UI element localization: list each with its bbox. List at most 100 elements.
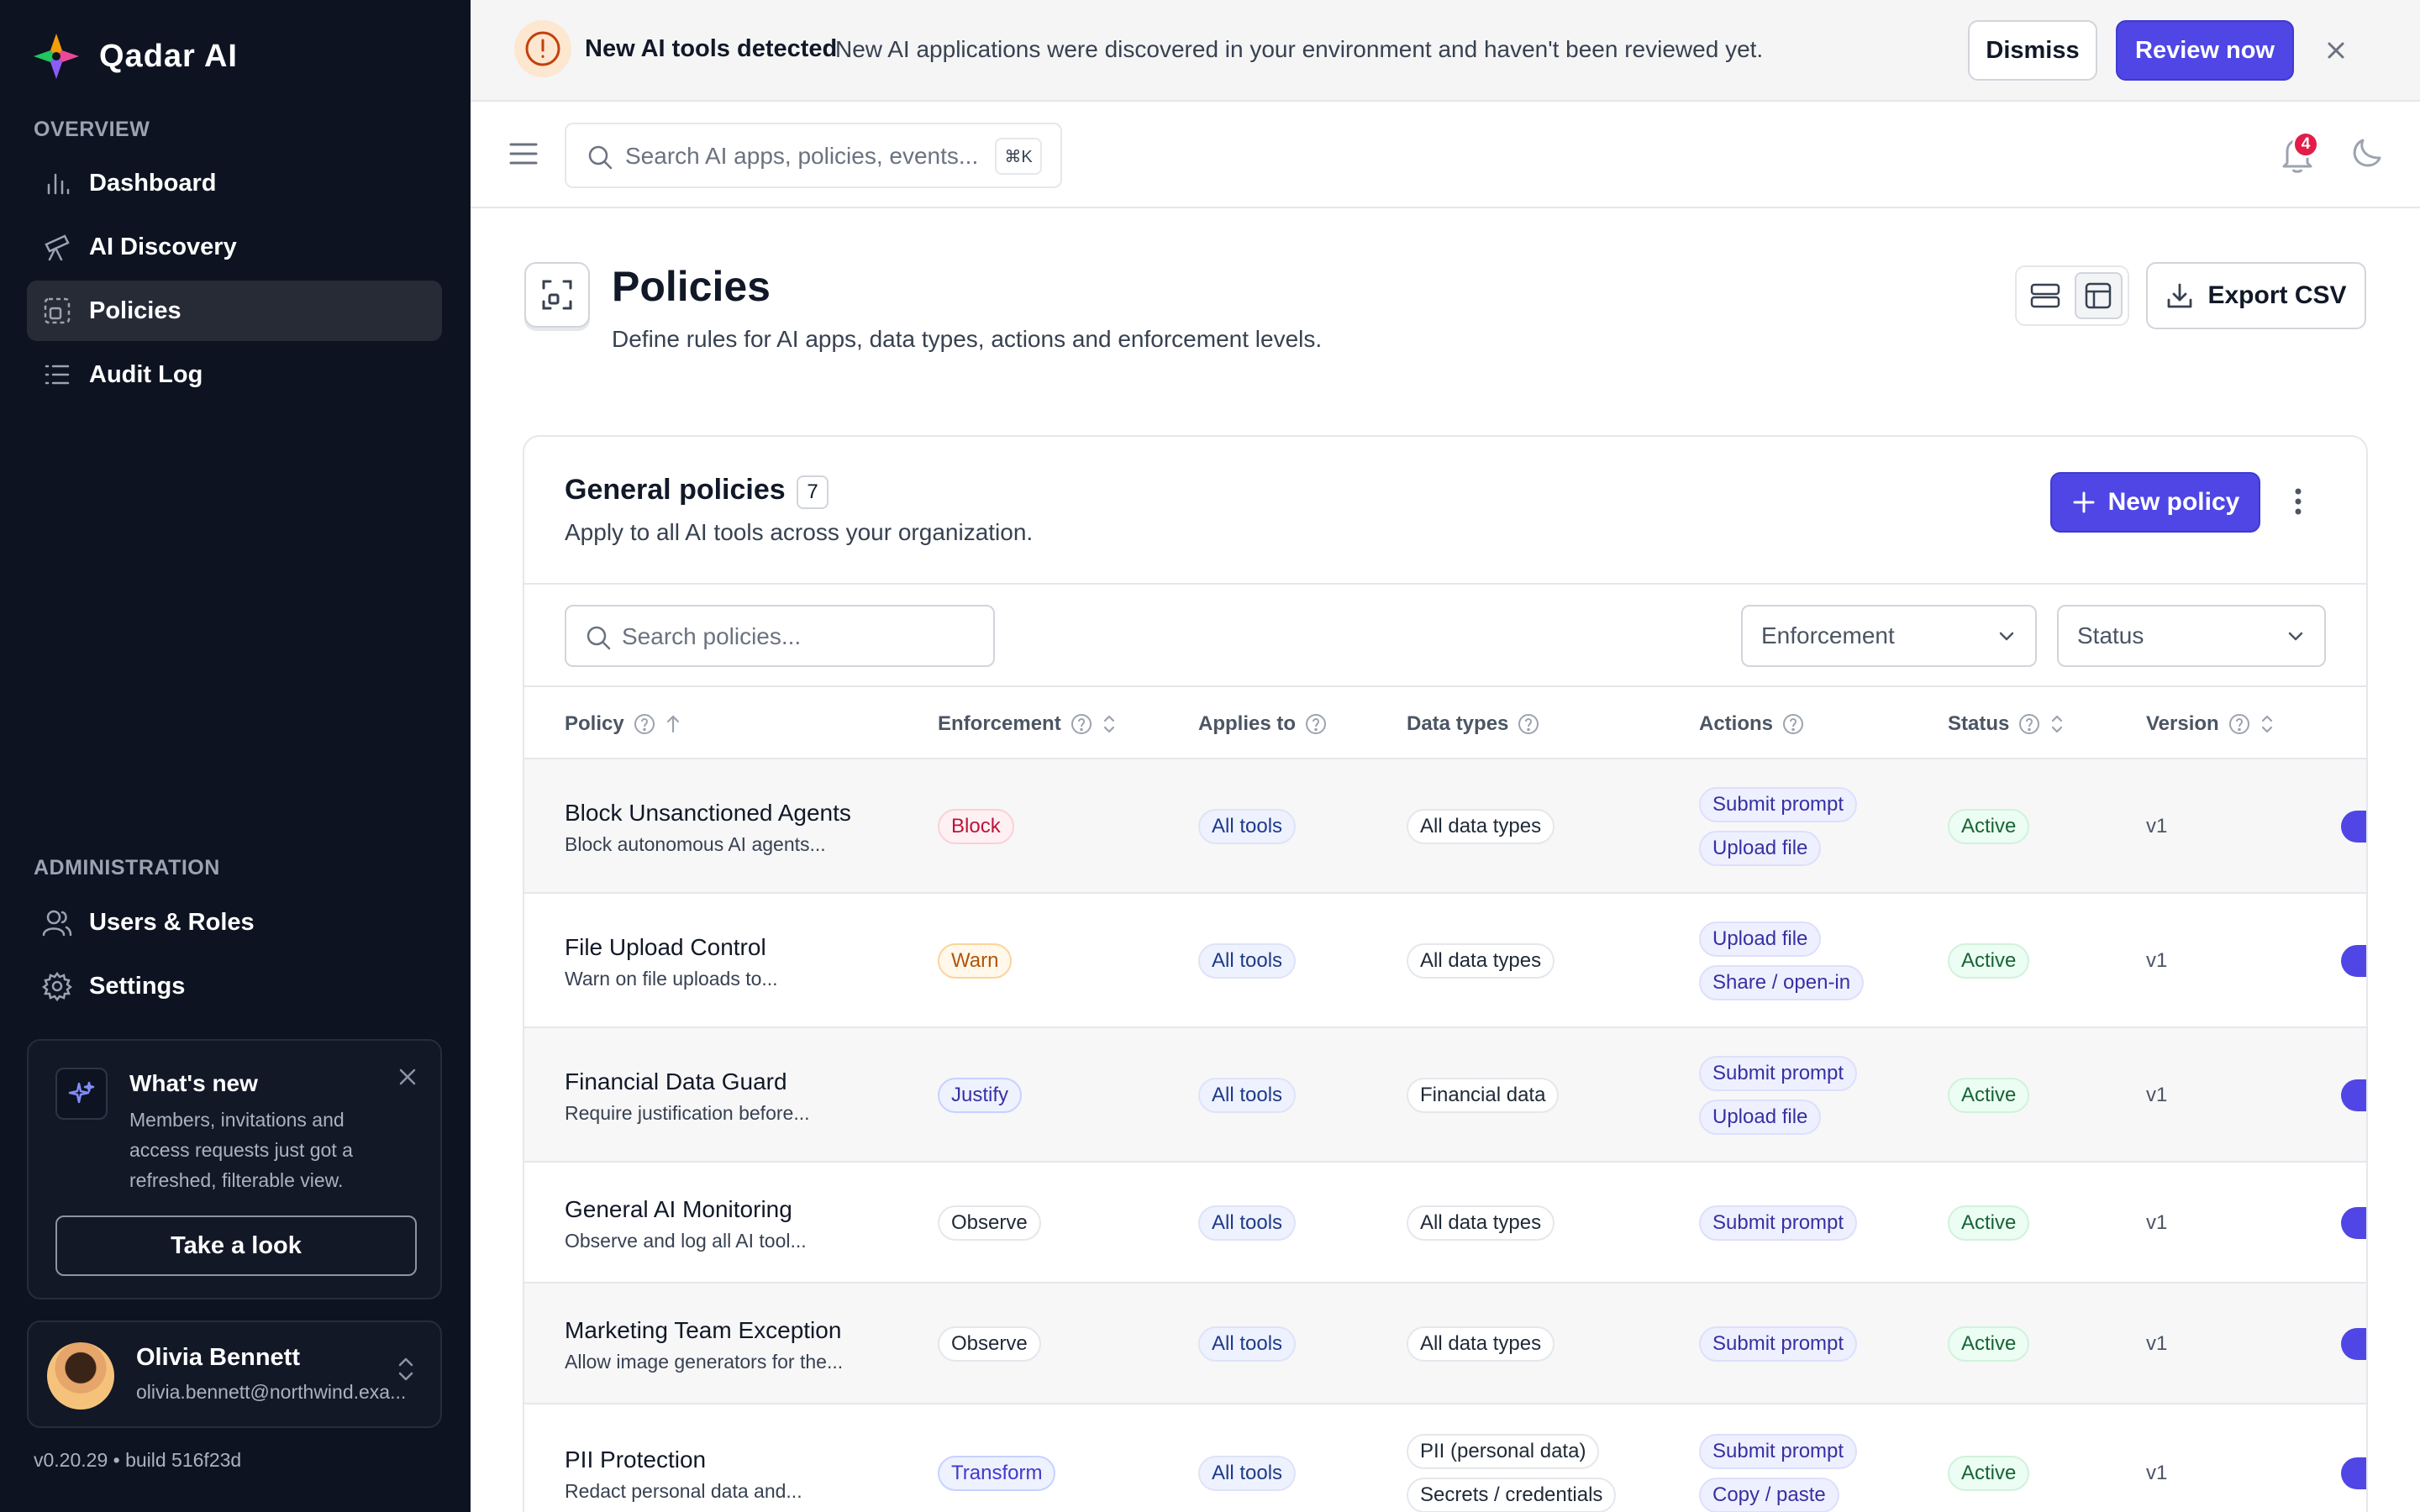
review-now-button[interactable]: Review now <box>2116 20 2294 81</box>
policy-name[interactable]: PII Protection <box>565 1446 706 1473</box>
enforcement-filter-label: Enforcement <box>1761 622 1895 648</box>
user-menu[interactable]: Olivia Bennett olivia.bennett@northwind.… <box>27 1320 442 1428</box>
close-icon[interactable] <box>2321 35 2351 66</box>
policy-enabled-toggle[interactable] <box>2341 1457 2366 1489</box>
policy-enabled-toggle[interactable] <box>2341 1207 2366 1239</box>
policy-search[interactable] <box>565 605 995 667</box>
data-type-badge: All data types <box>1407 809 1555 844</box>
policy-description: Block autonomous AI agents... <box>565 833 826 855</box>
more-options-icon[interactable] <box>2294 487 2302 516</box>
enforcement-filter-select[interactable]: Enforcement <box>1741 605 2037 667</box>
table-icon <box>2086 282 2112 309</box>
policy-name[interactable]: Block Unsanctioned Agents <box>565 800 851 827</box>
table-view-button[interactable] <box>2074 272 2123 319</box>
new-policy-button[interactable]: New policy <box>2050 472 2260 533</box>
policy-enabled-toggle[interactable] <box>2341 811 2366 843</box>
whats-new-title: What's new <box>129 1070 258 1096</box>
policy-enabled-toggle[interactable] <box>2341 1079 2366 1111</box>
close-icon[interactable] <box>398 1068 417 1086</box>
table-row[interactable]: General AI Monitoring Observe and log al… <box>524 1163 2366 1284</box>
hamburger-menu-icon[interactable] <box>509 141 538 166</box>
table-row[interactable]: File Upload Control Warn on file uploads… <box>524 894 2366 1028</box>
chevron-down-icon <box>1999 632 2014 641</box>
notification-count-badge: 4 <box>2292 131 2319 158</box>
dismiss-button[interactable]: Dismiss <box>1968 20 2097 81</box>
action-badge: Submit prompt <box>1699 787 1858 822</box>
applies-to-badge: All tools <box>1198 943 1297 979</box>
version-cell: v1 <box>2146 1462 2168 1484</box>
policy-enabled-toggle[interactable] <box>2341 1328 2366 1360</box>
column-header-status[interactable]: Status <box>1948 712 2065 736</box>
sidebar-item-dashboard[interactable]: Dashboard <box>27 153 442 213</box>
help-icon[interactable] <box>1517 712 1540 736</box>
column-header-data-types[interactable]: Data types <box>1407 712 1540 736</box>
policy-enabled-toggle[interactable] <box>2341 945 2366 977</box>
policy-description: Require justification before... <box>565 1102 810 1124</box>
data-type-badge: Financial data <box>1407 1078 1560 1113</box>
search-input[interactable] <box>625 136 978 176</box>
policy-name[interactable]: File Upload Control <box>565 934 766 961</box>
table-row[interactable]: Financial Data Guard Require justificati… <box>524 1028 2366 1163</box>
search-icon <box>587 144 613 171</box>
version-cell: v1 <box>2146 949 2168 972</box>
sort-icon[interactable] <box>2260 713 2275 735</box>
column-label: Policy <box>565 712 624 735</box>
sidebar-item-ai-discovery[interactable]: AI Discovery <box>27 217 442 277</box>
export-label: Export CSV <box>2207 281 2347 309</box>
column-label: Status <box>1948 712 2010 735</box>
export-csv-button[interactable]: Export CSV <box>2146 262 2366 329</box>
sort-icon[interactable] <box>1102 713 1117 735</box>
sidebar-item-users-roles[interactable]: Users & Roles <box>27 892 442 953</box>
status-badge: Active <box>1948 1205 2030 1241</box>
card-title: General policies <box>565 474 786 506</box>
enforcement-badge: Transform <box>938 1456 1056 1491</box>
status-badge: Active <box>1948 1078 2030 1113</box>
status-filter-select[interactable]: Status <box>2057 605 2326 667</box>
column-header-applies-to[interactable]: Applies to <box>1198 712 1328 736</box>
help-icon[interactable] <box>2228 712 2251 736</box>
global-search[interactable]: ⌘K <box>565 123 1062 188</box>
topbar: ⌘K 4 <box>471 102 2420 208</box>
action-badge: Submit prompt <box>1699 1205 1858 1241</box>
table-row[interactable]: Block Unsanctioned Agents Block autonomo… <box>524 759 2366 894</box>
status-badge: Active <box>1948 1326 2030 1362</box>
table-row[interactable]: Marketing Team Exception Allow image gen… <box>524 1284 2366 1404</box>
list-view-button[interactable] <box>2022 272 2070 319</box>
sidebar-item-settings[interactable]: Settings <box>27 956 442 1016</box>
help-icon[interactable] <box>2018 712 2041 736</box>
help-icon[interactable] <box>1304 712 1328 736</box>
sort-ascending-icon[interactable] <box>665 714 681 734</box>
version-cell: v1 <box>2146 1332 2168 1355</box>
policy-name[interactable]: Financial Data Guard <box>565 1068 787 1095</box>
help-icon[interactable] <box>633 712 656 736</box>
policy-name[interactable]: General AI Monitoring <box>565 1196 792 1223</box>
column-header-actions[interactable]: Actions <box>1699 712 1805 736</box>
policy-icon <box>524 262 590 328</box>
help-icon[interactable] <box>1781 712 1805 736</box>
sidebar-item-policies[interactable]: Policies <box>27 281 442 341</box>
download-icon <box>2168 283 2192 308</box>
page-title: Policies <box>612 263 771 310</box>
column-header-version[interactable]: Version <box>2146 712 2275 736</box>
column-header-enforcement[interactable]: Enforcement <box>938 712 1117 736</box>
column-label: Enforcement <box>938 712 1061 735</box>
column-label: Applies to <box>1198 712 1297 735</box>
policy-search-input[interactable] <box>622 617 975 657</box>
column-header-policy[interactable]: Policy <box>565 712 681 736</box>
sort-icon[interactable] <box>2049 713 2065 735</box>
page-subtitle: Define rules for AI apps, data types, ac… <box>612 326 1323 352</box>
policy-name[interactable]: Marketing Team Exception <box>565 1317 841 1344</box>
shortcut-hint: ⌘K <box>995 138 1042 175</box>
help-icon[interactable] <box>1070 712 1093 736</box>
moon-icon[interactable] <box>2349 136 2385 171</box>
brand-name: Qadar AI <box>99 38 238 74</box>
brand[interactable]: Qadar AI <box>32 32 238 81</box>
general-policies-card: General policies 7 Apply to all AI tools… <box>523 435 2368 1512</box>
sidebar-item-audit-log[interactable]: Audit Log <box>27 344 442 405</box>
plus-icon <box>2073 491 2095 513</box>
table-row[interactable]: PII Protection Redact personal data and.… <box>524 1404 2366 1512</box>
take-a-look-button[interactable]: Take a look <box>55 1215 417 1276</box>
rows-icon <box>2031 283 2060 308</box>
search-icon <box>585 624 612 651</box>
applies-to-badge: All tools <box>1198 1456 1297 1491</box>
